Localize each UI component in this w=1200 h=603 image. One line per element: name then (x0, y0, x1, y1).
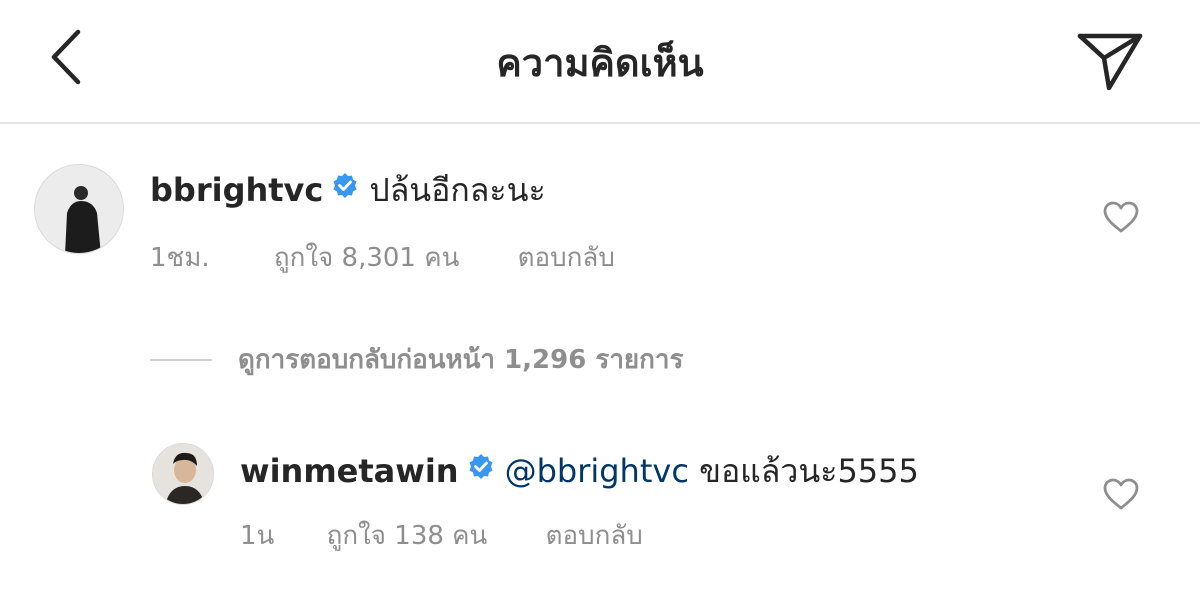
comment-username[interactable]: bbrightvc (150, 171, 323, 209)
reply-button[interactable]: ตอบกลับ (518, 240, 615, 276)
profile-photo-icon (35, 165, 123, 253)
page-title: ความคิดเห็น (496, 41, 704, 85)
reply-meta: 1น ถูกใจ 138 คน ตอบกลับ (240, 518, 643, 554)
reply-button[interactable]: ตอบกลับ (546, 518, 643, 554)
share-button[interactable] (1070, 26, 1150, 96)
heart-icon (1103, 201, 1139, 233)
header-bar: ความคิดเห็น (0, 0, 1200, 124)
reply-comment: winmetawin @bbrightvc ขอแล้วนะ5555 (240, 448, 919, 498)
view-previous-replies-button[interactable]: ดูการตอบกลับก่อนหน้า 1,296 รายการ (150, 340, 683, 380)
like-button[interactable] (1102, 200, 1140, 234)
reply-text: ขอแล้วนะ5555 (699, 452, 919, 490)
profile-photo-icon (153, 444, 213, 504)
comment-text: ปล้นอีกละนะ (369, 171, 546, 209)
comment: bbrightvc ปล้นอีกละนะ (150, 167, 546, 217)
comment-timestamp: 1ชม. (150, 243, 210, 273)
view-replies-label: ดูการตอบกลับก่อนหน้า 1,296 รายการ (238, 345, 684, 375)
reply-likes-count[interactable]: ถูกใจ 138 คน (327, 518, 488, 554)
verified-badge-icon (467, 448, 495, 492)
reply-timestamp: 1น (240, 521, 275, 551)
reply-username[interactable]: winmetawin (240, 452, 459, 490)
verified-badge-icon (331, 167, 359, 211)
comment-likes-count[interactable]: ถูกใจ 8,301 คน (274, 240, 460, 276)
avatar[interactable] (34, 164, 124, 254)
divider-line (150, 359, 212, 361)
like-button[interactable] (1102, 477, 1140, 511)
comment-meta: 1ชม. ถูกใจ 8,301 คน ตอบกลับ (150, 240, 615, 276)
mention-link[interactable]: @bbrightvc (505, 452, 689, 490)
heart-icon (1103, 478, 1139, 510)
avatar[interactable] (152, 443, 214, 505)
send-icon (1077, 33, 1143, 91)
